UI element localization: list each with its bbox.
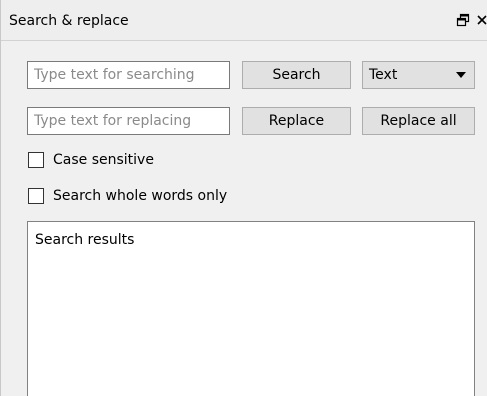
titlebar-controls <box>456 10 487 30</box>
search-results-label: Search results <box>35 232 135 248</box>
case-sensitive-label: Case sensitive <box>53 152 154 168</box>
search-results-list[interactable]: Search results <box>27 221 475 396</box>
case-sensitive-option[interactable]: Case sensitive <box>28 150 154 170</box>
search-mode-value: Text <box>369 67 398 83</box>
replace-input[interactable] <box>27 107 230 135</box>
replace-button[interactable]: Replace <box>242 107 351 135</box>
replace-all-button[interactable]: Replace all <box>362 107 475 135</box>
panel-title: Search & replace <box>9 13 129 29</box>
whole-words-option[interactable]: Search whole words only <box>28 186 227 206</box>
whole-words-label: Search whole words only <box>53 188 228 204</box>
search-button[interactable]: Search <box>242 61 351 89</box>
search-input[interactable] <box>27 61 230 89</box>
whole-words-checkbox[interactable] <box>28 188 44 204</box>
float-window-icon[interactable] <box>456 13 470 27</box>
case-sensitive-checkbox[interactable] <box>28 152 44 168</box>
panel-titlebar: Search & replace <box>1 0 487 41</box>
search-replace-panel: Search & replace Search Text <box>0 0 487 396</box>
search-mode-select[interactable]: Text <box>362 61 475 89</box>
close-icon[interactable] <box>476 14 487 26</box>
chevron-down-icon <box>456 72 466 78</box>
